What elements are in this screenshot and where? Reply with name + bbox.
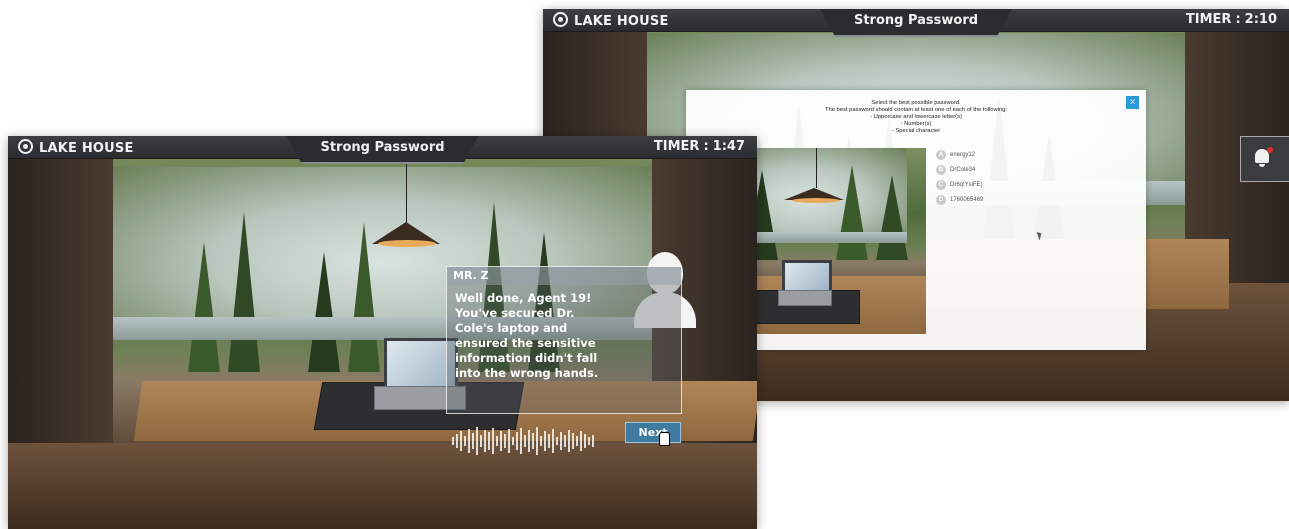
timer: TIMER:2:10: [1186, 12, 1277, 27]
mouse-pointer-icon: [1036, 230, 1044, 241]
tree: [308, 251, 340, 372]
option-b[interactable]: B DrCole34: [936, 165, 983, 175]
lamp-glow: [792, 198, 840, 203]
dialog-message: Well done, Agent 19! You've secured Dr. …: [455, 291, 599, 380]
location-label: LAKE HOUSE: [553, 12, 669, 29]
laptop-keyboard: [778, 290, 832, 306]
instruction-line: - Uppercase and lowercase letter(s): [870, 114, 962, 120]
option-text: 1760065469: [950, 197, 984, 203]
tree: [228, 211, 260, 372]
notification-dot: [1267, 147, 1273, 153]
timer: TIMER:1:47: [654, 139, 745, 154]
option-a[interactable]: Aenergy12: [936, 150, 983, 160]
notification-button[interactable]: [1240, 136, 1289, 182]
instruction-line: - Special character: [891, 128, 941, 134]
option-text: energy12: [950, 152, 976, 158]
instruction-line: The best password should contain at leas…: [824, 107, 1008, 113]
option-letter: C: [936, 180, 946, 190]
option-text: DrCole34: [950, 167, 976, 173]
timer-value: 2:10: [1244, 12, 1277, 27]
option-letter: D: [936, 195, 946, 205]
option-letter: A: [936, 150, 946, 160]
location-icon: [553, 12, 568, 27]
timer-label: TIMER: [1185, 12, 1232, 27]
location-text: LAKE HOUSE: [39, 141, 134, 156]
tree: [188, 241, 220, 372]
location-text: LAKE HOUSE: [574, 14, 669, 29]
location-icon: [18, 139, 33, 154]
option-letter: B: [936, 165, 946, 175]
tree: [836, 164, 868, 260]
bell-clapper: [1259, 164, 1265, 167]
lamp-cord: [406, 158, 407, 224]
timer-separator: :: [703, 139, 709, 154]
scenario-title: Strong Password: [819, 9, 1013, 37]
tree: [348, 221, 380, 372]
lamp-glow: [378, 240, 436, 247]
hand-cursor-icon: [659, 432, 670, 446]
instruction-line: - Number(s): [900, 121, 932, 127]
lamp-cord: [816, 148, 817, 188]
timer-label: TIMER: [653, 139, 700, 154]
option-c[interactable]: C Dr6q!YsiFE): [936, 180, 983, 190]
close-button[interactable]: ×: [1126, 96, 1139, 109]
modal-instructions: Select the best possible password. The b…: [686, 100, 1146, 135]
front-game-screen: LAKE HOUSE Strong Password TIMER:1:47 MR…: [8, 136, 757, 529]
location-label: LAKE HOUSE: [18, 139, 134, 156]
instruction-line: Select the best possible password.: [871, 100, 961, 106]
next-button[interactable]: Next: [625, 422, 681, 443]
option-text: Dr6q!YsiFE): [950, 182, 983, 188]
scenario-title: Strong Password: [286, 136, 479, 164]
timer-value: 1:47: [712, 139, 745, 154]
timer-separator: :: [1235, 12, 1241, 27]
dialog-box: MR. Z Well done, Agent 19! You've secure…: [446, 266, 682, 414]
option-d[interactable]: D 1760065469: [936, 195, 983, 205]
password-options: Aenergy12 B DrCole34 C Dr6q!YsiFE) D 176006…: [936, 150, 983, 210]
laptop: [782, 260, 832, 294]
speaker-name: MR. Z: [447, 267, 681, 285]
top-hud: LAKE HOUSE Strong Password TIMER:1:47: [8, 136, 757, 164]
tree: [876, 174, 908, 260]
audio-waveform: [452, 426, 594, 456]
top-hud: LAKE HOUSE Strong Password TIMER:2:10: [543, 9, 1289, 37]
floor: [8, 442, 757, 529]
